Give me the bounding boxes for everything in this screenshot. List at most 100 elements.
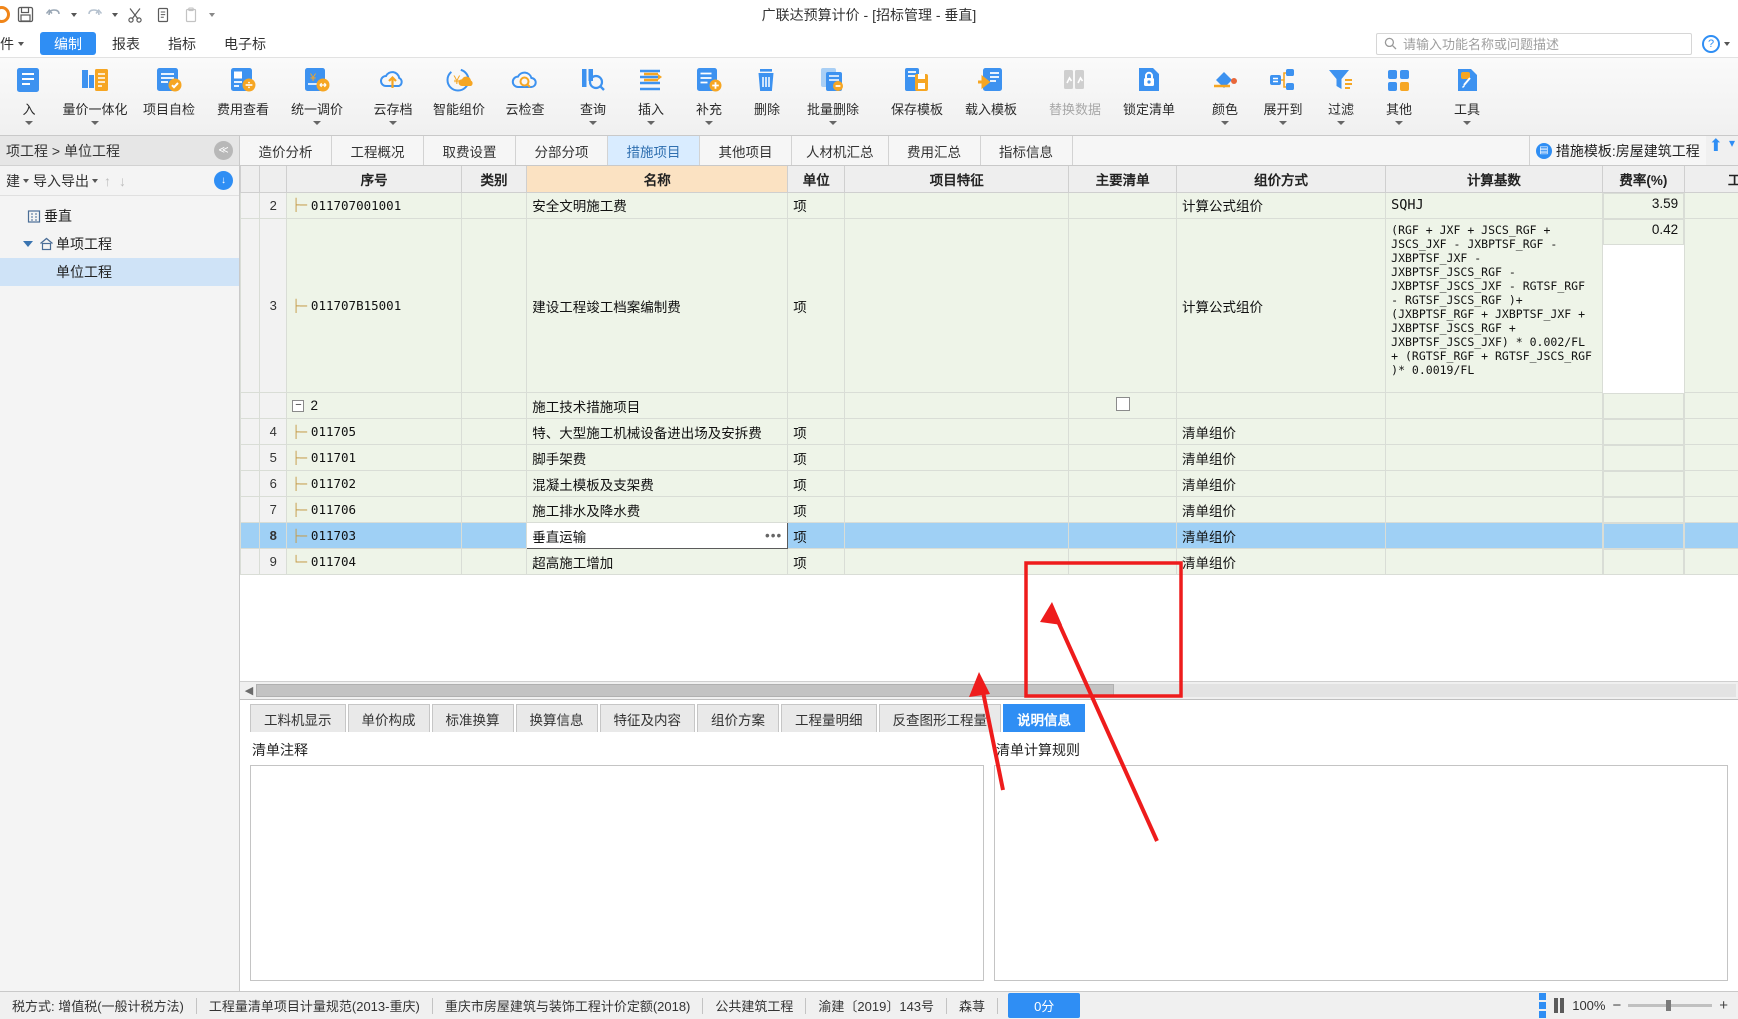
chevron-down-icon[interactable]: [1279, 121, 1287, 125]
redo-icon[interactable]: [81, 3, 107, 27]
cell-category[interactable]: [460, 470, 528, 497]
ribbon-button-expand-to[interactable]: 展开到: [1254, 58, 1312, 135]
cell-category[interactable]: [460, 444, 528, 471]
detail-tab-resources[interactable]: 工料机显示: [250, 704, 346, 732]
cell-unit[interactable]: 项: [787, 218, 846, 393]
scroll-left-icon[interactable]: ◀: [242, 684, 256, 697]
chevron-down-icon[interactable]: [91, 121, 99, 125]
cell-method[interactable]: 计算公式组价: [1175, 191, 1387, 219]
cell-unit[interactable]: 项: [787, 470, 846, 497]
cell-qty[interactable]: [1684, 496, 1738, 523]
chevron-down-icon[interactable]: [1221, 121, 1229, 125]
cell-unit[interactable]: [787, 392, 846, 419]
ribbon-button-cloud-archive[interactable]: 云存档: [364, 58, 422, 135]
tree-node-single-project[interactable]: 单项工程: [0, 230, 239, 258]
cell-rate[interactable]: [1602, 418, 1685, 445]
cell-method[interactable]: 清单组价: [1175, 470, 1387, 497]
header-base[interactable]: 计算基数: [1385, 166, 1603, 193]
cell-feature[interactable]: [844, 392, 1070, 419]
tab-resource-summary[interactable]: 人材机汇总: [792, 136, 889, 165]
header-method[interactable]: 组价方式: [1175, 166, 1387, 193]
cell-rate[interactable]: 3.59: [1602, 192, 1685, 219]
cell-main-list[interactable]: [1068, 418, 1177, 445]
move-up-icon[interactable]: ↑: [102, 173, 113, 189]
detail-tab-conversion-info[interactable]: 换算信息: [515, 704, 598, 732]
ribbon-button-cost-view[interactable]: 费用查看: [206, 58, 280, 135]
search-input[interactable]: 请输入功能名称或问题描述: [1376, 32, 1692, 55]
cell-name[interactable]: 安全文明施工费: [526, 191, 789, 219]
chevron-down-icon[interactable]: [647, 121, 655, 125]
zoom-control[interactable]: 100% − +: [1572, 997, 1728, 1014]
tree-node-project[interactable]: 垂直: [0, 202, 239, 230]
collapse-panel-button[interactable]: ≪: [214, 141, 233, 160]
tab-measure-items[interactable]: 措施项目: [608, 136, 700, 165]
detail-tab-quantity-detail[interactable]: 工程量明细: [781, 704, 877, 732]
cell-name[interactable]: 混凝土模板及支架费: [526, 470, 789, 497]
tree-expander-icon[interactable]: [20, 241, 36, 247]
cell-base[interactable]: [1385, 496, 1603, 523]
cell-qty[interactable]: [1684, 444, 1738, 471]
cell-seq[interactable]: ├─ 011703: [286, 522, 462, 549]
header-unit[interactable]: 单位: [787, 166, 846, 193]
cell-base[interactable]: SQHJ: [1385, 191, 1603, 219]
ribbon-button-save-template[interactable]: 保存模板: [880, 58, 954, 135]
cut-icon[interactable]: [122, 3, 148, 27]
cell-name[interactable]: 施工技术措施项目: [526, 392, 789, 419]
cell-qty[interactable]: [1684, 548, 1738, 575]
cell-method[interactable]: 清单组价: [1175, 444, 1387, 471]
table-row[interactable]: 2 ├─ 011707001001 安全文明施工费 项 计算公式组价 SQHJ …: [240, 191, 1738, 219]
scrollbar-thumb[interactable]: [256, 684, 1115, 697]
cell-unit[interactable]: 项: [787, 496, 846, 523]
score-button[interactable]: 0分: [1008, 993, 1081, 1018]
cell-feature[interactable]: [844, 418, 1070, 445]
ribbon-button-smart-price[interactable]: ¥ 智能组价: [422, 58, 496, 135]
ribbon-button-supplement[interactable]: 补充: [680, 58, 738, 135]
cell-feature[interactable]: [844, 548, 1070, 575]
zoom-out-icon[interactable]: −: [1612, 997, 1621, 1014]
cell-base[interactable]: [1385, 392, 1603, 419]
ribbon-button-batch-delete[interactable]: 批量删除: [796, 58, 870, 135]
cell-qty[interactable]: [1684, 418, 1738, 445]
chevron-down-icon[interactable]: [1337, 121, 1345, 125]
cell-name[interactable]: 建设工程竣工档案编制费: [526, 218, 789, 393]
move-down-icon[interactable]: ↓: [117, 173, 128, 189]
cell-base[interactable]: [1385, 418, 1603, 445]
cell-qty[interactable]: [1684, 470, 1738, 497]
cell-unit[interactable]: 项: [787, 444, 846, 471]
chevron-down-icon[interactable]: [1463, 121, 1471, 125]
cell-feature[interactable]: [844, 522, 1070, 549]
grid-view-icon[interactable]: [1539, 993, 1547, 1018]
tab-other-items[interactable]: 其他项目: [700, 136, 792, 165]
cell-main-list[interactable]: [1068, 548, 1177, 575]
menu-item-ebid[interactable]: 电子标: [210, 30, 280, 57]
cell-category[interactable]: [460, 218, 528, 393]
cell-main-list[interactable]: [1068, 191, 1177, 219]
header-name[interactable]: 名称: [526, 166, 789, 193]
cell-main-list[interactable]: [1068, 218, 1177, 393]
table-row[interactable]: −2 施工技术措施项目: [240, 392, 1738, 419]
cell-method[interactable]: 清单组价: [1175, 522, 1387, 549]
detail-tab-description-info[interactable]: 说明信息: [1003, 704, 1085, 732]
cell-name[interactable]: 超高施工增加: [526, 548, 789, 575]
cell-name-editing[interactable]: 垂直运输 •••: [526, 522, 789, 549]
ribbon-button-replace-data[interactable]: 替换数据: [1038, 58, 1112, 135]
collapse-group-icon[interactable]: −: [292, 399, 305, 412]
header-qty[interactable]: 工程量: [1684, 166, 1738, 193]
column-view-icon[interactable]: [1554, 998, 1565, 1013]
cell-rate[interactable]: [1602, 548, 1685, 575]
zoom-slider[interactable]: [1628, 1000, 1713, 1011]
zoom-slider-knob[interactable]: [1666, 1000, 1672, 1011]
menu-item-report[interactable]: 报表: [98, 30, 154, 57]
tab-fee-settings[interactable]: 取费设置: [424, 136, 516, 165]
menu-item-file[interactable]: 件: [0, 30, 38, 57]
cell-qty[interactable]: [1684, 392, 1738, 419]
grid-scroll-area[interactable]: 序号 类别 名称 单位 项目特征 主要清单 组价方式 计算基数 费率(%) 工程…: [240, 166, 1738, 681]
cell-qty[interactable]: [1684, 218, 1738, 393]
chevron-down-icon[interactable]: [829, 121, 837, 125]
cell-rate[interactable]: [1602, 470, 1685, 497]
cell-feature[interactable]: [844, 496, 1070, 523]
import-export-button[interactable]: 导入导出: [33, 171, 98, 191]
cell-method[interactable]: 清单组价: [1175, 496, 1387, 523]
cell-method[interactable]: 计算公式组价: [1175, 218, 1387, 393]
tab-indicator-info[interactable]: 指标信息: [980, 136, 1073, 165]
